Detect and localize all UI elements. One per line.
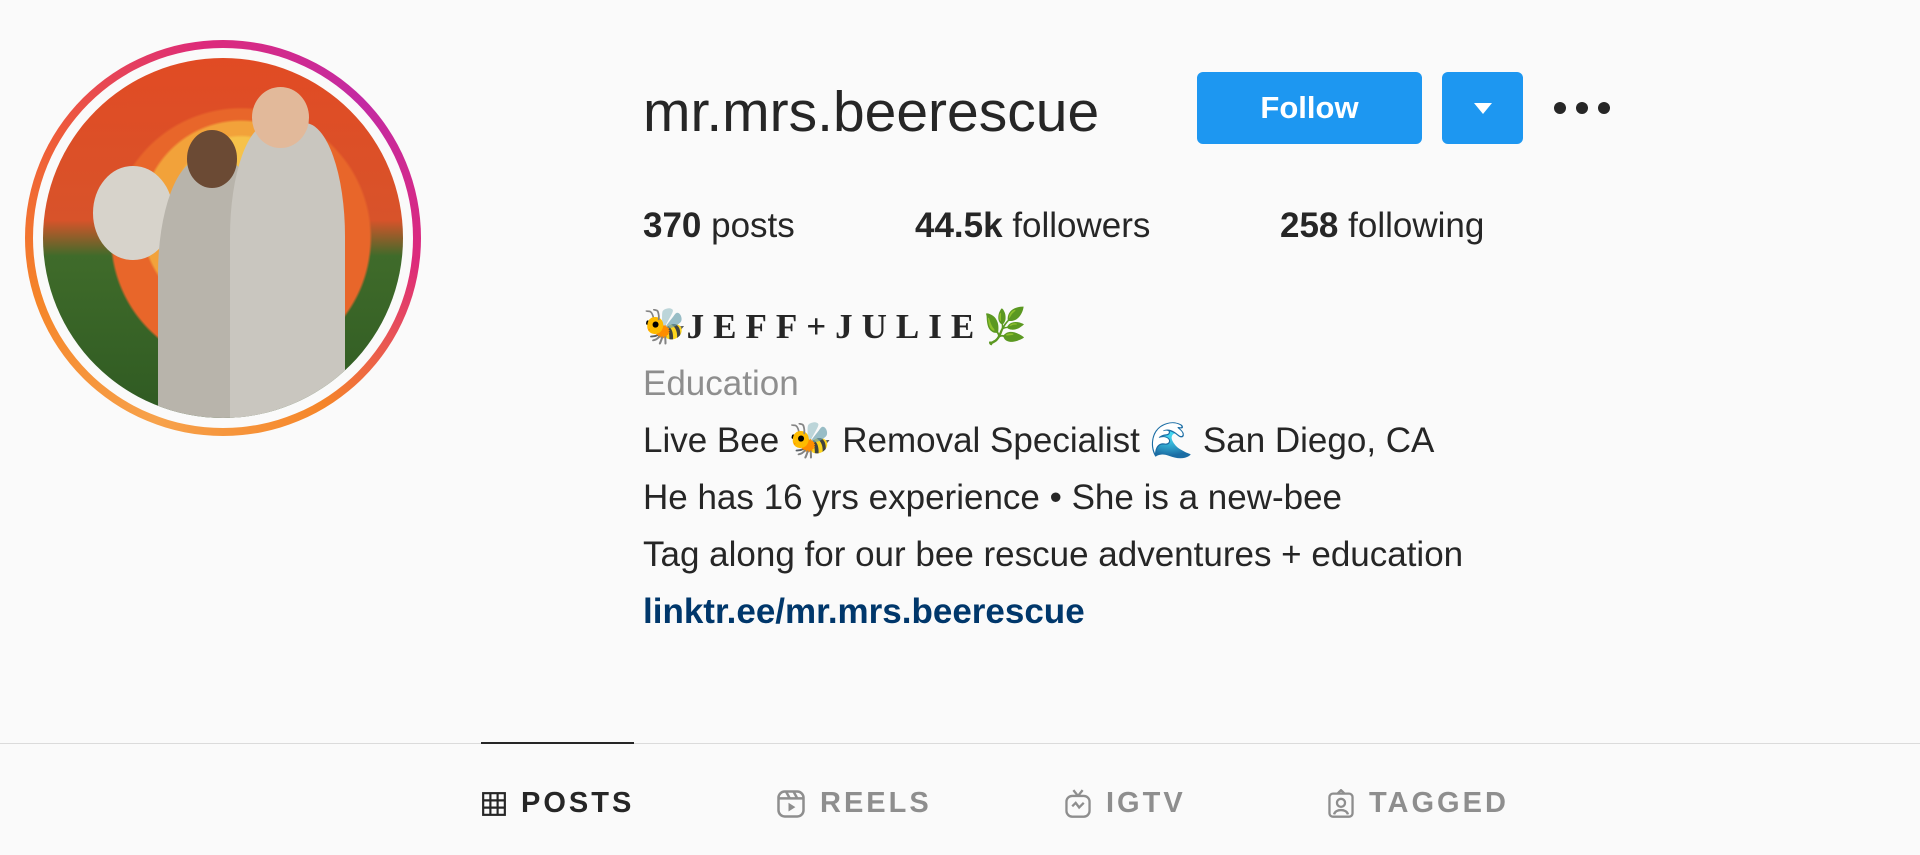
posts-label: posts	[701, 206, 795, 245]
bio-line: Tag along for our bee rescue adventures …	[643, 535, 1464, 574]
avatar-person-left-head	[187, 130, 238, 188]
bee-emoji: 🐝	[643, 307, 687, 346]
profile-avatar[interactable]	[25, 40, 421, 436]
caret-down-icon	[1473, 102, 1492, 114]
following-count: 258	[1280, 206, 1339, 245]
tab-label: TAGGED	[1369, 787, 1509, 819]
stat-posts: 370 posts	[643, 205, 795, 247]
tabs-divider	[0, 743, 1920, 744]
profile-username: mr.mrs.beerescue	[643, 80, 1100, 144]
stat-followers[interactable]: 44.5k followers	[915, 205, 1150, 247]
bio-name: JEFF+JULIE	[686, 307, 984, 346]
dot-icon	[1576, 102, 1588, 114]
followers-label: followers	[1002, 206, 1151, 245]
more-options-button[interactable]	[1554, 94, 1610, 122]
posts-count: 370	[643, 206, 702, 245]
tab-igtv[interactable]: IGTV	[1064, 787, 1186, 820]
avatar-person-right-head	[251, 86, 310, 148]
tagged-icon	[1328, 788, 1354, 818]
bio-line: He has 16 yrs experience • She is a new-…	[643, 478, 1343, 517]
dot-icon	[1598, 102, 1610, 114]
following-label: following	[1338, 206, 1485, 245]
tab-label: IGTV	[1106, 787, 1186, 819]
grid-icon	[482, 791, 506, 816]
avatar-person-right	[230, 122, 346, 418]
suggested-dropdown-button[interactable]	[1442, 72, 1523, 144]
reels-icon	[777, 789, 805, 818]
dot-icon	[1554, 102, 1566, 114]
igtv-icon	[1065, 788, 1091, 818]
bio-name-line: 🐝JEFF+JULIE🌿	[643, 298, 1463, 355]
follow-button[interactable]: Follow	[1197, 72, 1422, 144]
tab-label: REELS	[820, 787, 932, 819]
stat-following[interactable]: 258 following	[1280, 205, 1484, 247]
bio-link[interactable]: linktr.ee/mr.mrs.beerescue	[643, 583, 1463, 640]
active-tab-indicator	[481, 742, 634, 744]
leaf-emoji: 🌿	[983, 307, 1027, 346]
tab-posts[interactable]: POSTS	[481, 787, 634, 820]
bio-line: Live Bee 🐝 Removal Specialist 🌊 San Dieg…	[643, 421, 1435, 460]
tab-reels[interactable]: REELS	[776, 787, 932, 820]
bio-category: Education	[643, 364, 799, 403]
tab-label: POSTS	[521, 787, 635, 819]
tab-tagged[interactable]: TAGGED	[1327, 787, 1509, 820]
avatar-photo	[43, 58, 403, 418]
profile-bio: 🐝JEFF+JULIE🌿 Education Live Bee 🐝 Remova…	[643, 298, 1463, 640]
followers-count: 44.5k	[915, 206, 1003, 245]
